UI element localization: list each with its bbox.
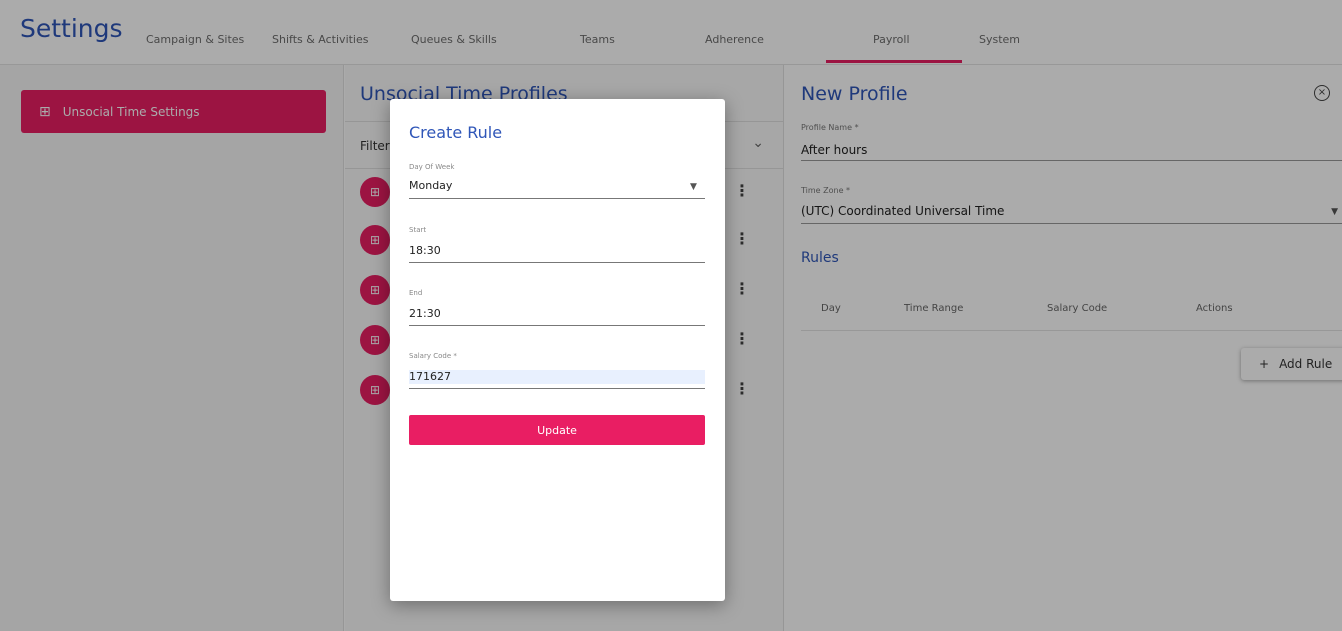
- update-button[interactable]: Update: [409, 415, 705, 445]
- dropdown-arrow-icon[interactable]: ▼: [690, 182, 697, 192]
- dialog-title: Create Rule: [409, 123, 503, 142]
- create-rule-dialog: Create Rule Day Of Week Monday ▼ Start 1…: [390, 99, 725, 601]
- salary-code-label: Salary Code *: [409, 352, 457, 360]
- start-label: Start: [409, 226, 427, 234]
- end-time-input[interactable]: 21:30: [409, 307, 441, 320]
- salary-code-input[interactable]: 171627: [409, 370, 451, 383]
- salary-code-underline: [409, 388, 705, 389]
- end-label: End: [409, 289, 423, 297]
- day-of-week-underline: [409, 198, 705, 199]
- autofill-highlight: [409, 370, 705, 384]
- start-time-input[interactable]: 18:30: [409, 244, 441, 257]
- day-of-week-select[interactable]: Monday: [409, 179, 452, 192]
- end-underline: [409, 325, 705, 326]
- day-of-week-label: Day Of Week: [409, 163, 455, 171]
- start-underline: [409, 262, 705, 263]
